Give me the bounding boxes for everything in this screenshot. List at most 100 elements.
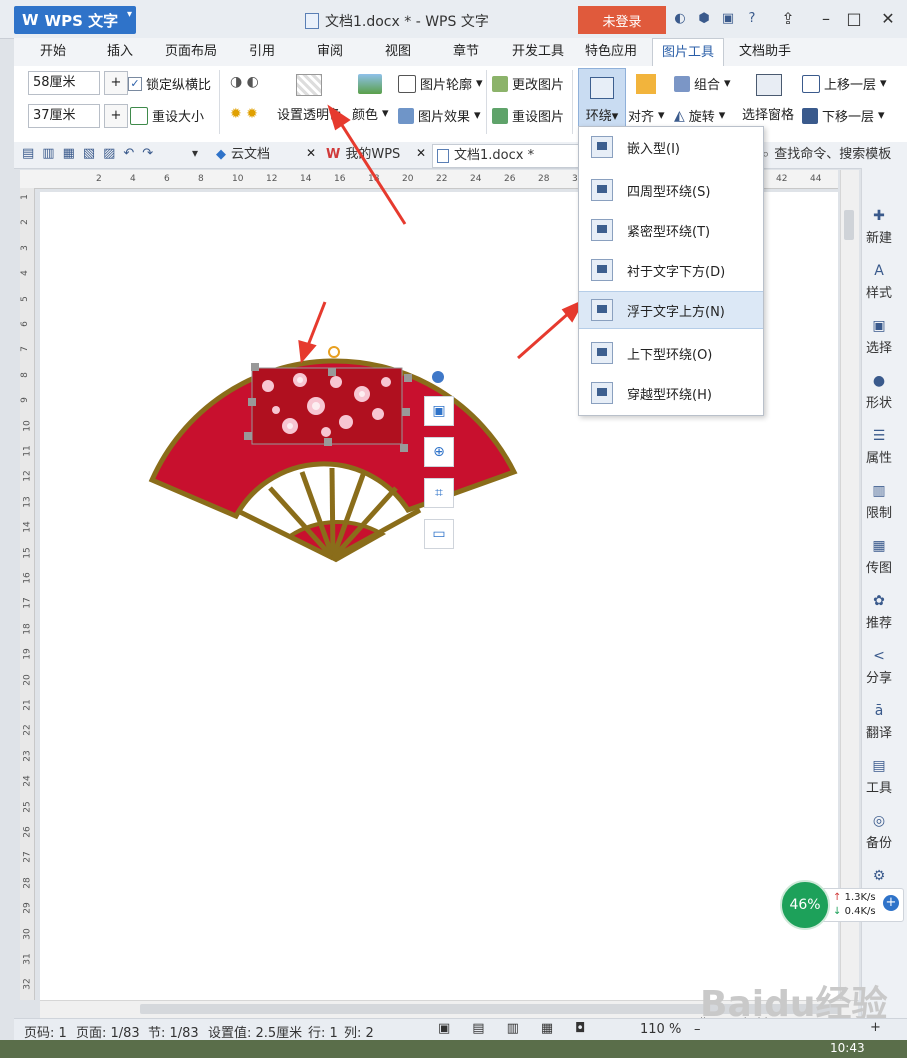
chevron-down-icon: ▾ bbox=[724, 76, 731, 91]
height-plus-button[interactable]: + bbox=[104, 71, 128, 95]
float-layout-button[interactable]: ▣ bbox=[424, 396, 454, 426]
wps-logo-icon: W bbox=[22, 11, 39, 29]
close-button[interactable]: ✕ bbox=[876, 8, 900, 30]
tab-view[interactable]: 视图 bbox=[373, 38, 423, 66]
align-dropdown[interactable]: 对齐 ▾ bbox=[628, 106, 665, 125]
tab-section[interactable]: 章节 bbox=[441, 38, 491, 66]
collapse-handle[interactable] bbox=[432, 371, 444, 383]
wrap-option-square[interactable]: 四周型环绕(S) bbox=[579, 172, 763, 208]
upload-icon[interactable]: ⇪ bbox=[776, 8, 800, 30]
effect-icon bbox=[398, 107, 414, 124]
skin-icon[interactable]: ◐ bbox=[672, 11, 688, 27]
fan-picture[interactable] bbox=[140, 340, 530, 570]
wrap-option-inline[interactable]: 嵌入型(I) bbox=[579, 129, 763, 165]
tab-review[interactable]: 审阅 bbox=[305, 38, 355, 66]
ruler-v-tick-label: 9 bbox=[19, 397, 30, 404]
right-pane-item[interactable]: ▥ 限制 bbox=[856, 483, 902, 521]
wrap-option-top-bottom[interactable]: 上下型环绕(O) bbox=[579, 335, 763, 371]
network-speed-widget[interactable]: ↑ 1.3K/s ↓ 0.4K/s + 46% bbox=[780, 880, 904, 930]
chevron-down-icon: ▾ bbox=[878, 108, 885, 123]
tab-developer[interactable]: 开发工具 bbox=[505, 38, 571, 66]
right-pane-icon: ▥ bbox=[872, 483, 886, 499]
width-plus-button[interactable]: + bbox=[104, 104, 128, 128]
memory-percent-circle[interactable]: 46% bbox=[780, 880, 830, 930]
zoom-level[interactable]: 110 % bbox=[640, 1022, 681, 1037]
quick-actions-icons[interactable]: ▤▥▦▧▨↶↷ bbox=[22, 146, 161, 161]
height-field[interactable]: 58厘米 bbox=[28, 71, 100, 95]
zoom-in-icon[interactable]: ⊕ bbox=[424, 437, 454, 467]
width-field[interactable]: 37厘米 bbox=[28, 104, 100, 128]
quick-more-chevron-icon[interactable]: ▾ bbox=[192, 146, 198, 160]
right-pane-item[interactable]: ◎ 备份 bbox=[856, 813, 902, 851]
view-mode-icons[interactable]: ▣▤▥▦◘ bbox=[438, 1021, 607, 1036]
doctab-cloud[interactable]: ◆ 云文档 bbox=[216, 144, 270, 166]
maximize-button[interactable]: □ bbox=[842, 8, 866, 30]
ruler-v-tick-label: 21 bbox=[22, 699, 33, 711]
zoom-out-icon[interactable]: – bbox=[694, 1022, 701, 1037]
tab-doc-assistant[interactable]: 文档助手 bbox=[730, 38, 800, 66]
right-pane-item[interactable]: ā 翻译 bbox=[856, 703, 902, 741]
brightness-icon[interactable]: ◑ ◐ bbox=[230, 74, 259, 90]
doctab-mywps[interactable]: W 我的WPS bbox=[326, 144, 400, 166]
app-name: WPS 文字 bbox=[44, 11, 119, 30]
reset-picture-label: 重设图片 bbox=[512, 110, 565, 125]
wrap-button[interactable]: 环绕▾ bbox=[578, 68, 626, 128]
send-backward-dropdown[interactable]: 下移一层 ▾ bbox=[802, 106, 885, 125]
doctab-document[interactable]: 文档1.docx * bbox=[432, 144, 582, 168]
bring-forward-dropdown[interactable]: 上移一层 ▾ bbox=[802, 74, 887, 93]
lock-ratio-checkbox[interactable]: ✓ 锁定纵横比 bbox=[128, 74, 211, 93]
help-icon[interactable]: ? bbox=[744, 11, 760, 27]
rotate-dropdown[interactable]: ◭ 旋转 ▾ bbox=[674, 106, 725, 126]
ruler-v-tick-label: 17 bbox=[22, 597, 33, 610]
close-tab-icon[interactable]: ✕ bbox=[416, 146, 426, 160]
tab-special[interactable]: 特色应用 bbox=[578, 38, 644, 66]
scroll-thumb[interactable] bbox=[844, 210, 854, 240]
chevron-down-icon: ▾ bbox=[658, 108, 665, 123]
tab-start[interactable]: 开始 bbox=[28, 38, 78, 66]
right-pane-item[interactable]: < 分享 bbox=[856, 648, 902, 686]
tab-page-layout[interactable]: 页面布局 bbox=[158, 38, 224, 66]
wps-logo-button[interactable]: W WPS 文字 ▾ bbox=[14, 6, 136, 34]
color-dropdown[interactable]: 颜色 ▾ bbox=[352, 104, 389, 123]
feedback-icon[interactable]: ▣ bbox=[720, 11, 736, 27]
crop-icon[interactable]: ⌗ bbox=[424, 478, 454, 508]
picture-effect-dropdown[interactable]: 图片效果 ▾ bbox=[398, 106, 481, 125]
tab-picture-tools[interactable]: 图片工具 bbox=[652, 38, 724, 67]
settings-small-icon[interactable]: ⬢ bbox=[696, 11, 712, 27]
search-command-box[interactable]: ⌕ 查找命令、搜索模板 bbox=[762, 144, 891, 166]
login-button[interactable]: 未登录 bbox=[578, 6, 666, 34]
right-pane-item[interactable]: ▣ 选择 bbox=[856, 318, 902, 356]
add-circle-icon[interactable]: + bbox=[883, 895, 899, 911]
reset-size-button[interactable]: 重设大小 bbox=[130, 106, 204, 125]
picture-frame-icon[interactable]: ▭ bbox=[424, 519, 454, 549]
wrap-option-label: 衬于文字下方(D) bbox=[627, 264, 726, 280]
rotate-handle[interactable] bbox=[328, 346, 340, 358]
tab-reference[interactable]: 引用 bbox=[237, 38, 287, 66]
wrap-option-in-front[interactable]: 浮于文字上方(N) bbox=[579, 291, 763, 329]
group-dropdown[interactable]: 组合 ▾ bbox=[674, 74, 731, 93]
close-tab-icon[interactable]: ✕ bbox=[306, 146, 316, 160]
right-pane-item[interactable]: ▤ 工具 bbox=[856, 758, 902, 796]
document-icon bbox=[305, 13, 319, 29]
minimize-button[interactable]: – bbox=[814, 8, 838, 30]
reset-picture-button[interactable]: 重设图片 bbox=[492, 106, 564, 125]
right-pane-item[interactable]: ✚ 新建 bbox=[856, 208, 902, 246]
set-transparent-button[interactable]: 设置透明色 bbox=[277, 104, 342, 123]
select-pane-button[interactable]: 选择窗格 bbox=[742, 104, 794, 123]
right-pane-item[interactable]: ▦ 传图 bbox=[856, 538, 902, 576]
wrap-label: 环绕 bbox=[585, 109, 612, 124]
tab-insert[interactable]: 插入 bbox=[95, 38, 145, 66]
change-picture-button[interactable]: 更改图片 bbox=[492, 74, 564, 93]
wrap-option-through[interactable]: 穿越型环绕(H) bbox=[579, 375, 763, 411]
right-pane-item[interactable]: ✿ 推荐 bbox=[856, 593, 902, 631]
contrast-icon[interactable]: ✹ ✹ bbox=[230, 106, 258, 122]
right-pane-item[interactable]: ● 形状 bbox=[856, 373, 902, 411]
right-pane-item[interactable]: A 样式 bbox=[856, 263, 902, 301]
download-speed: 0.4K/s bbox=[844, 906, 876, 917]
wrap-option-behind[interactable]: 衬于文字下方(D) bbox=[579, 252, 763, 288]
zoom-in-plus-icon[interactable]: + bbox=[870, 1020, 881, 1035]
right-pane-item[interactable]: ☰ 属性 bbox=[856, 428, 902, 466]
wrap-option-tight[interactable]: 紧密型环绕(T) bbox=[579, 212, 763, 248]
select-pane-icon bbox=[756, 74, 782, 96]
picture-outline-dropdown[interactable]: 图片轮廓 ▾ bbox=[398, 74, 483, 93]
